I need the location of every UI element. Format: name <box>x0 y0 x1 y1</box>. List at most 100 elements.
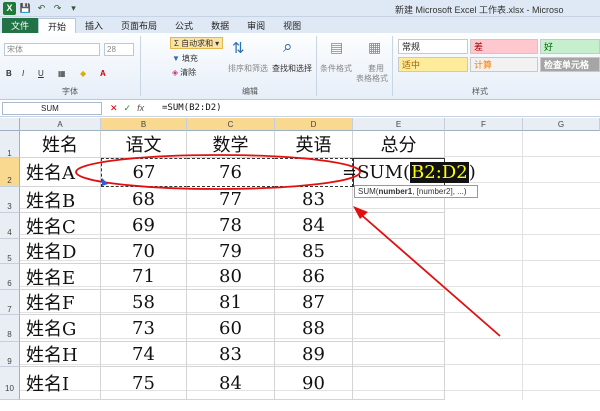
tab-page-layout[interactable]: 页面布局 <box>112 18 166 33</box>
style-bad[interactable]: 差 <box>470 39 538 54</box>
underline-button[interactable]: U <box>38 69 44 78</box>
sort-filter-button[interactable]: 排序和筛选 <box>228 63 268 74</box>
cell-a7[interactable]: 姓名F <box>20 290 101 315</box>
insert-function-icon[interactable]: fx <box>137 103 144 114</box>
cell-d5[interactable]: 85 <box>275 239 353 264</box>
cell-b4[interactable]: 69 <box>101 213 187 239</box>
column-header-e[interactable]: E <box>353 118 445 131</box>
column-header-f[interactable]: F <box>445 118 523 131</box>
cell-d9[interactable]: 89 <box>275 342 353 367</box>
font-size-select[interactable]: 28 <box>104 43 134 56</box>
save-icon[interactable]: 💾 <box>19 2 32 15</box>
cell-e7[interactable] <box>353 290 445 315</box>
cell-b3[interactable]: 68 <box>101 187 187 213</box>
cell-d1[interactable]: 英语 <box>275 131 353 158</box>
column-header-a[interactable]: A <box>20 118 101 131</box>
customize-qat-icon[interactable]: ▾ <box>67 2 80 15</box>
cell-d8[interactable]: 88 <box>275 315 353 342</box>
cell-b8[interactable]: 73 <box>101 315 187 342</box>
cell-b7[interactable]: 58 <box>101 290 187 315</box>
column-header-b[interactable]: B <box>101 118 187 131</box>
row-header-3[interactable]: 3 <box>0 187 20 213</box>
cell-b1[interactable]: 语文 <box>101 131 187 158</box>
cell-b10[interactable]: 75 <box>101 367 187 400</box>
cell-d7[interactable]: 87 <box>275 290 353 315</box>
bold-button[interactable]: B <box>6 69 12 78</box>
cell-e6[interactable] <box>353 264 445 290</box>
style-good[interactable]: 好 <box>540 39 600 54</box>
cancel-icon[interactable]: ✕ <box>110 103 118 114</box>
tab-data[interactable]: 数据 <box>202 18 238 33</box>
undo-icon[interactable]: ↶ <box>35 2 48 15</box>
row-header-6[interactable]: 6 <box>0 264 20 290</box>
borders-icon[interactable]: ▦ <box>58 69 66 78</box>
column-header-g[interactable]: G <box>523 118 600 131</box>
cell-d6[interactable]: 86 <box>275 264 353 290</box>
cell-d3[interactable]: 83 <box>275 187 353 213</box>
cell-d10[interactable]: 90 <box>275 367 353 400</box>
tab-view[interactable]: 视图 <box>274 18 310 33</box>
cell-a6[interactable]: 姓名E <box>20 264 101 290</box>
style-normal[interactable]: 常规 <box>398 39 468 54</box>
cell-e1[interactable]: 总分 <box>353 131 445 158</box>
autosum-button[interactable]: Σ 自动求和 ▾ <box>170 37 224 49</box>
formula-input[interactable]: =SUM(B2:D2) <box>162 103 222 113</box>
fill-color-icon[interactable]: ◆ <box>80 69 86 78</box>
cell-b6[interactable]: 71 <box>101 264 187 290</box>
tab-review[interactable]: 审阅 <box>238 18 274 33</box>
row-header-2[interactable]: 2 <box>0 158 20 187</box>
tab-formulas[interactable]: 公式 <box>166 18 202 33</box>
excel-app-icon[interactable]: X <box>3 1 16 15</box>
cell-c9[interactable]: 83 <box>187 342 275 367</box>
cell-a9[interactable]: 姓名H <box>20 342 101 367</box>
cell-a3[interactable]: 姓名B <box>20 187 101 213</box>
enter-icon[interactable]: ✓ <box>124 103 132 114</box>
row-header-4[interactable]: 4 <box>0 213 20 239</box>
cell-a5[interactable]: 姓名D <box>20 239 101 264</box>
cell-a10[interactable]: 姓名I <box>20 367 101 400</box>
italic-button[interactable]: I <box>22 69 24 78</box>
column-header-d[interactable]: D <box>275 118 353 131</box>
cell-e9[interactable] <box>353 342 445 367</box>
cell-a2[interactable]: 姓名A <box>20 158 101 187</box>
tab-home[interactable]: 开始 <box>38 18 77 33</box>
cell-b5[interactable]: 70 <box>101 239 187 264</box>
font-color-icon[interactable]: A <box>100 69 106 78</box>
row-header-9[interactable]: 9 <box>0 342 20 367</box>
row-header-8[interactable]: 8 <box>0 315 20 342</box>
row-header-1[interactable]: 1 <box>0 131 20 158</box>
row-header-5[interactable]: 5 <box>0 239 20 264</box>
clear-button[interactable]: ◈ 清除 <box>172 67 196 78</box>
cell-c10[interactable]: 84 <box>187 367 275 400</box>
cell-c5[interactable]: 79 <box>187 239 275 264</box>
font-name-select[interactable]: 宋体 <box>4 43 100 56</box>
row-header-7[interactable]: 7 <box>0 290 20 315</box>
cell-b2[interactable]: 67 <box>101 158 187 187</box>
cell-b9[interactable]: 74 <box>101 342 187 367</box>
cell-c2[interactable]: 76 <box>187 158 275 187</box>
cell-c8[interactable]: 60 <box>187 315 275 342</box>
name-box[interactable]: SUM <box>2 102 102 115</box>
tab-file[interactable]: 文件 <box>2 18 38 33</box>
cell-c1[interactable]: 数学 <box>187 131 275 158</box>
style-neutral[interactable]: 适中 <box>398 57 468 72</box>
cell-c4[interactable]: 78 <box>187 213 275 239</box>
cell-e10[interactable] <box>353 367 445 400</box>
cell-a8[interactable]: 姓名G <box>20 315 101 342</box>
cell-a1[interactable]: 姓名 <box>20 131 101 158</box>
style-check-cell[interactable]: 检查单元格 <box>540 57 600 72</box>
cell-e4[interactable] <box>353 213 445 239</box>
cell-e2-editing[interactable]: =SUM(B2:D2) <box>342 158 476 187</box>
style-calculation[interactable]: 计算 <box>470 57 538 72</box>
find-select-button[interactable]: 查找和选择 <box>272 63 312 74</box>
cell-e8[interactable] <box>353 315 445 342</box>
cell-c7[interactable]: 81 <box>187 290 275 315</box>
cell-d4[interactable]: 84 <box>275 213 353 239</box>
fill-button[interactable]: ▼ 填充 <box>172 53 198 64</box>
cell-e5[interactable] <box>353 239 445 264</box>
conditional-format-button[interactable]: 条件格式 <box>320 63 352 74</box>
cell-c6[interactable]: 80 <box>187 264 275 290</box>
tab-insert[interactable]: 插入 <box>76 18 112 33</box>
row-header-10[interactable]: 10 <box>0 367 20 400</box>
redo-icon[interactable]: ↷ <box>51 2 64 15</box>
